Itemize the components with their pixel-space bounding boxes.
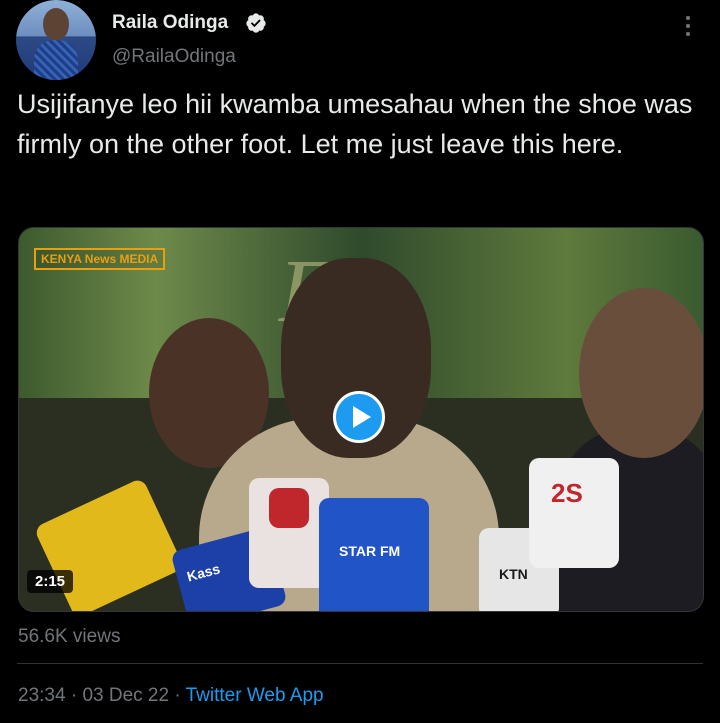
microphone-2s: 2S xyxy=(529,458,619,568)
mic-label-2s: 2S xyxy=(551,478,583,508)
divider xyxy=(17,663,703,664)
microphone-red xyxy=(269,488,309,528)
avatar-head xyxy=(43,8,69,40)
mic-label-star-fm: STAR FM xyxy=(339,543,401,559)
person-right xyxy=(579,288,703,458)
mic-label-kass: Kass xyxy=(185,560,222,585)
meta-separator: · xyxy=(174,685,181,706)
avatar[interactable] xyxy=(16,0,96,80)
more-options-icon[interactable] xyxy=(676,14,700,38)
tweet-time[interactable]: 23:34 xyxy=(18,685,66,706)
play-icon[interactable] xyxy=(333,391,385,443)
view-count: 56.6K views xyxy=(18,626,121,647)
tweet-date[interactable]: 03 Dec 22 xyxy=(82,685,169,706)
verified-badge-icon xyxy=(246,13,266,33)
video-player[interactable]: Ele Kass STAR FM KTN 2S KENYA News MEDIA… xyxy=(18,227,704,612)
video-duration: 2:15 xyxy=(27,570,74,593)
author-name[interactable]: Raila Odinga xyxy=(112,12,228,34)
watermark-logo: KENYA News MEDIA xyxy=(34,248,166,270)
meta-separator: · xyxy=(70,685,78,706)
mic-label-ktn: KTN xyxy=(499,566,528,582)
source-app-link[interactable]: Twitter Web App xyxy=(186,685,324,706)
author-handle[interactable]: @RailaOdinga xyxy=(112,46,236,68)
tweet-text: Usijifanye leo hii kwamba umesahau when … xyxy=(17,89,700,159)
microphone-star-fm: STAR FM xyxy=(319,498,429,611)
tweet-meta: 23:34 · 03 Dec 22 · Twitter Web App xyxy=(18,685,324,707)
avatar-suit xyxy=(34,40,78,80)
